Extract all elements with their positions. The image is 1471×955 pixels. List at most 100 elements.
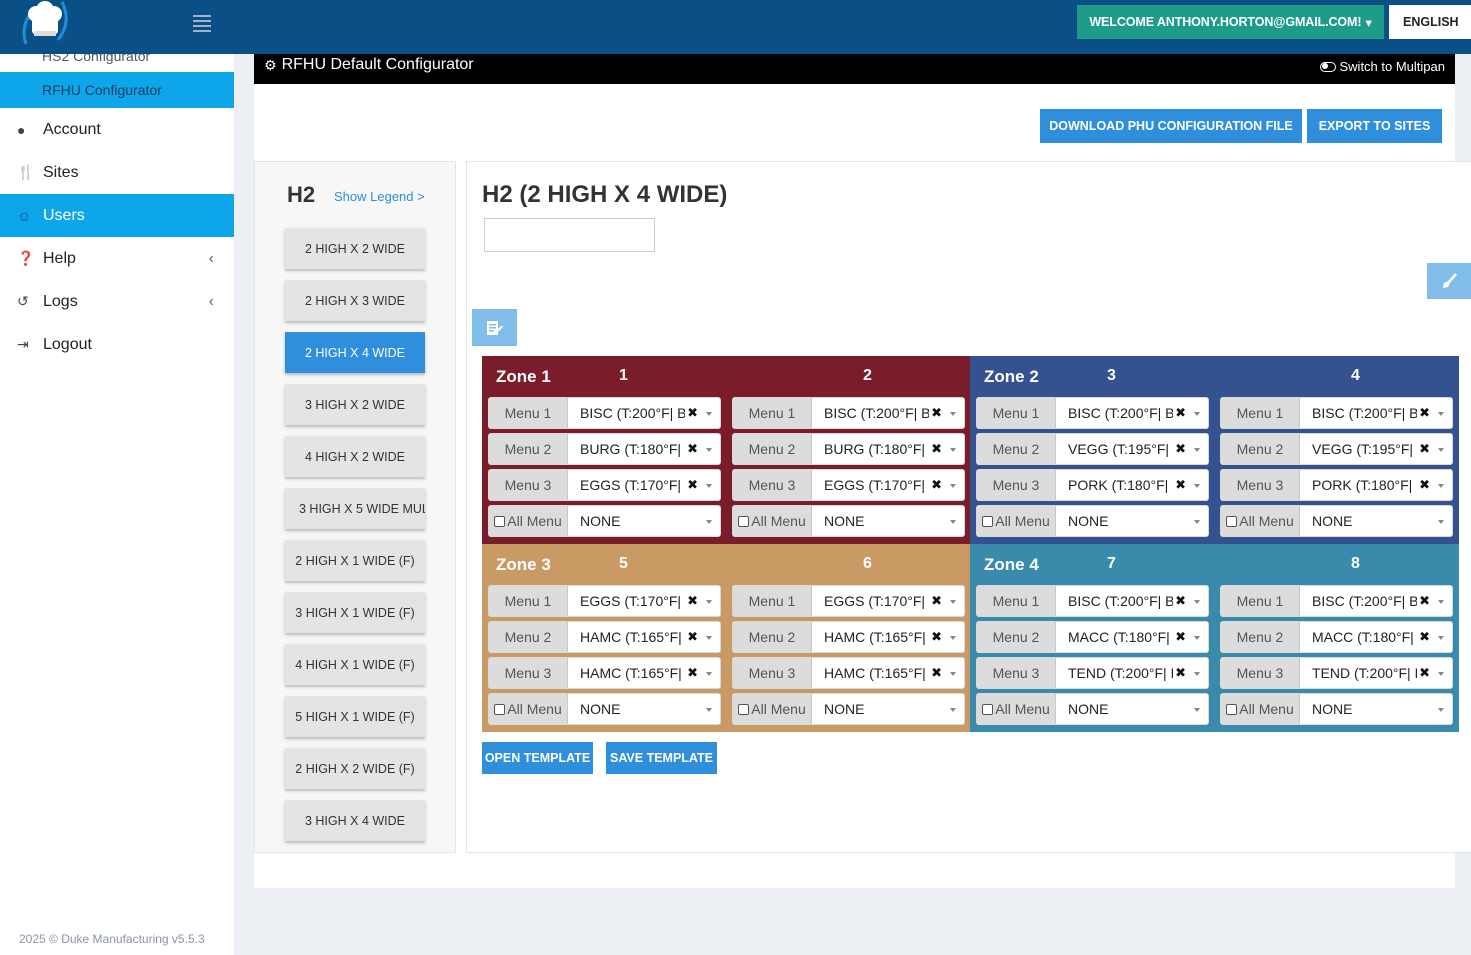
sidebar-subitem-rfhu-configurator[interactable]: RFHU Configurator bbox=[0, 72, 234, 108]
layout-option[interactable]: 3 HIGH X 4 WIDE bbox=[285, 800, 425, 841]
all-menu-select[interactable]: NONE bbox=[1300, 506, 1452, 536]
menu-select[interactable]: PORK (T:180°F| B ✖ bbox=[1056, 470, 1208, 500]
layout-option[interactable]: 2 HIGH X 3 WIDE bbox=[285, 280, 425, 321]
layout-option[interactable]: 5 HIGH X 1 WIDE (F) bbox=[285, 696, 425, 737]
layout-option[interactable]: 2 HIGH X 2 WIDE (F) bbox=[285, 748, 425, 789]
menu-select[interactable]: TEND (T:200°F| B ✖ bbox=[1300, 658, 1452, 688]
menu-select[interactable]: EGGS (T:170°F| B ✖ bbox=[812, 470, 964, 500]
clear-selection-icon[interactable]: ✖ bbox=[1417, 665, 1432, 681]
clear-selection-icon[interactable]: ✖ bbox=[1173, 405, 1188, 421]
menu-select[interactable]: MACC (T:180°F| B ✖ bbox=[1056, 622, 1208, 652]
layout-option[interactable]: 2 HIGH X 1 WIDE (F) bbox=[285, 540, 425, 581]
sidebar-item-help[interactable]: ❓ Help ‹ bbox=[0, 237, 234, 280]
layout-option-selected[interactable]: 2 HIGH X 4 WIDE bbox=[285, 332, 425, 373]
menu-select[interactable]: VEGG (T:195°F| B ✖ bbox=[1056, 434, 1208, 464]
checkbox-icon[interactable] bbox=[738, 515, 750, 527]
checkbox-icon[interactable] bbox=[1226, 515, 1238, 527]
clear-selection-icon[interactable]: ✖ bbox=[685, 441, 700, 457]
all-menu-checkbox[interactable]: All Menu bbox=[977, 694, 1056, 724]
menu-select[interactable]: BISC (T:200°F| B ✖ bbox=[812, 398, 964, 428]
sidebar-toggle-icon[interactable] bbox=[193, 15, 211, 32]
clear-selection-icon[interactable]: ✖ bbox=[929, 405, 944, 421]
menu-select[interactable]: BISC (T:200°F| B ✖ bbox=[1056, 586, 1208, 616]
template-name-input[interactable] bbox=[484, 218, 655, 252]
checkbox-icon[interactable] bbox=[982, 703, 994, 715]
clear-selection-icon[interactable]: ✖ bbox=[685, 665, 700, 681]
menu-select[interactable]: PORK (T:180°F| B ✖ bbox=[1300, 470, 1452, 500]
all-menu-select[interactable]: NONE bbox=[568, 506, 720, 536]
menu-select[interactable]: TEND (T:200°F| B ✖ bbox=[1056, 658, 1208, 688]
menu-select[interactable]: BISC (T:200°F| B ✖ bbox=[1056, 398, 1208, 428]
clear-selection-icon[interactable]: ✖ bbox=[685, 405, 700, 421]
clear-selection-icon[interactable]: ✖ bbox=[1417, 405, 1432, 421]
menu-select[interactable]: BISC (T:200°F| B ✖ bbox=[1300, 586, 1452, 616]
layout-option[interactable]: 3 HIGH X 1 WIDE (F) bbox=[285, 592, 425, 633]
menu-select[interactable]: EGGS (T:170°F| B ✖ bbox=[812, 586, 964, 616]
menu-select[interactable]: BISC (T:200°F| B ✖ bbox=[1300, 398, 1452, 428]
layout-option[interactable]: 3 HIGH X 5 WIDE MULTI bbox=[285, 488, 425, 529]
layout-option[interactable]: 4 HIGH X 1 WIDE (F) bbox=[285, 644, 425, 685]
clear-selection-icon[interactable]: ✖ bbox=[685, 629, 700, 645]
layout-option[interactable]: 2 HIGH X 2 WIDE bbox=[285, 228, 425, 269]
language-select[interactable]: ENGLISH bbox=[1389, 5, 1471, 39]
clear-all-button[interactable] bbox=[1427, 263, 1471, 299]
layout-option[interactable]: 4 HIGH X 2 WIDE bbox=[285, 436, 425, 477]
all-menu-checkbox[interactable]: All Menu bbox=[733, 694, 812, 724]
menu-select[interactable]: HAMC (T:165°F| B ✖ bbox=[568, 658, 720, 688]
download-config-button[interactable]: DOWNLOAD PHU CONFIGURATION FILE bbox=[1040, 109, 1302, 143]
menu-select[interactable]: VEGG (T:195°F| B ✖ bbox=[1300, 434, 1452, 464]
all-menu-checkbox[interactable]: All Menu bbox=[489, 694, 568, 724]
clear-selection-icon[interactable]: ✖ bbox=[929, 441, 944, 457]
show-legend-link[interactable]: Show Legend > bbox=[334, 189, 425, 204]
clear-selection-icon[interactable]: ✖ bbox=[1173, 477, 1188, 493]
sidebar-item-logs[interactable]: ↺ Logs ‹ bbox=[0, 280, 234, 323]
checkbox-icon[interactable] bbox=[1226, 703, 1238, 715]
menu-select[interactable]: HAMC (T:165°F| B ✖ bbox=[568, 622, 720, 652]
sidebar-item-users[interactable]: ☺ Users bbox=[0, 194, 234, 237]
sidebar-item-logout[interactable]: ⇥ Logout bbox=[0, 323, 234, 366]
all-menu-select[interactable]: NONE bbox=[812, 506, 964, 536]
menu-select[interactable]: HAMC (T:165°F| B ✖ bbox=[812, 622, 964, 652]
checkbox-icon[interactable] bbox=[494, 703, 506, 715]
menu-select[interactable]: BISC (T:200°F| B ✖ bbox=[568, 398, 720, 428]
switch-to-multipan-toggle[interactable]: Switch to Multipan bbox=[1319, 59, 1445, 74]
menu-select[interactable]: HAMC (T:165°F| B ✖ bbox=[812, 658, 964, 688]
sidebar-item-account[interactable]: ● Account bbox=[0, 108, 234, 151]
edit-notes-button[interactable] bbox=[472, 309, 517, 346]
menu-select[interactable]: BURG (T:180°F| B ✖ bbox=[568, 434, 720, 464]
menu-select[interactable]: BURG (T:180°F| B ✖ bbox=[812, 434, 964, 464]
open-template-button[interactable]: OPEN TEMPLATE bbox=[482, 742, 593, 774]
clear-selection-icon[interactable]: ✖ bbox=[1417, 629, 1432, 645]
clear-selection-icon[interactable]: ✖ bbox=[929, 593, 944, 609]
user-menu-button[interactable]: WELCOME ANTHONY.HORTON@GMAIL.COM! ▾ bbox=[1077, 5, 1384, 39]
all-menu-checkbox[interactable]: All Menu bbox=[1221, 694, 1300, 724]
checkbox-icon[interactable] bbox=[494, 515, 506, 527]
menu-select[interactable]: EGGS (T:170°F| B ✖ bbox=[568, 470, 720, 500]
checkbox-icon[interactable] bbox=[982, 515, 994, 527]
all-menu-select[interactable]: NONE bbox=[568, 694, 720, 724]
layout-option[interactable]: 3 HIGH X 2 WIDE bbox=[285, 384, 425, 425]
menu-select[interactable]: MACC (T:180°F| B ✖ bbox=[1300, 622, 1452, 652]
export-to-sites-button[interactable]: EXPORT TO SITES bbox=[1307, 109, 1442, 143]
save-template-button[interactable]: SAVE TEMPLATE bbox=[606, 742, 717, 774]
all-menu-select[interactable]: NONE bbox=[1300, 694, 1452, 724]
all-menu-checkbox[interactable]: All Menu bbox=[733, 506, 812, 536]
all-menu-checkbox[interactable]: All Menu bbox=[1221, 506, 1300, 536]
clear-selection-icon[interactable]: ✖ bbox=[929, 477, 944, 493]
clear-selection-icon[interactable]: ✖ bbox=[929, 665, 944, 681]
clear-selection-icon[interactable]: ✖ bbox=[1173, 441, 1188, 457]
menu-select[interactable]: EGGS (T:170°F| B ✖ bbox=[568, 586, 720, 616]
clear-selection-icon[interactable]: ✖ bbox=[1417, 441, 1432, 457]
clear-selection-icon[interactable]: ✖ bbox=[685, 593, 700, 609]
all-menu-checkbox[interactable]: All Menu bbox=[977, 506, 1056, 536]
checkbox-icon[interactable] bbox=[738, 703, 750, 715]
all-menu-checkbox[interactable]: All Menu bbox=[489, 506, 568, 536]
all-menu-select[interactable]: NONE bbox=[1056, 694, 1208, 724]
all-menu-select[interactable]: NONE bbox=[812, 694, 964, 724]
clear-selection-icon[interactable]: ✖ bbox=[685, 477, 700, 493]
clear-selection-icon[interactable]: ✖ bbox=[1173, 665, 1188, 681]
sidebar-item-sites[interactable]: 🍴 Sites bbox=[0, 151, 234, 194]
chef-hat-logo-icon[interactable] bbox=[18, 0, 72, 48]
clear-selection-icon[interactable]: ✖ bbox=[929, 629, 944, 645]
clear-selection-icon[interactable]: ✖ bbox=[1417, 593, 1432, 609]
